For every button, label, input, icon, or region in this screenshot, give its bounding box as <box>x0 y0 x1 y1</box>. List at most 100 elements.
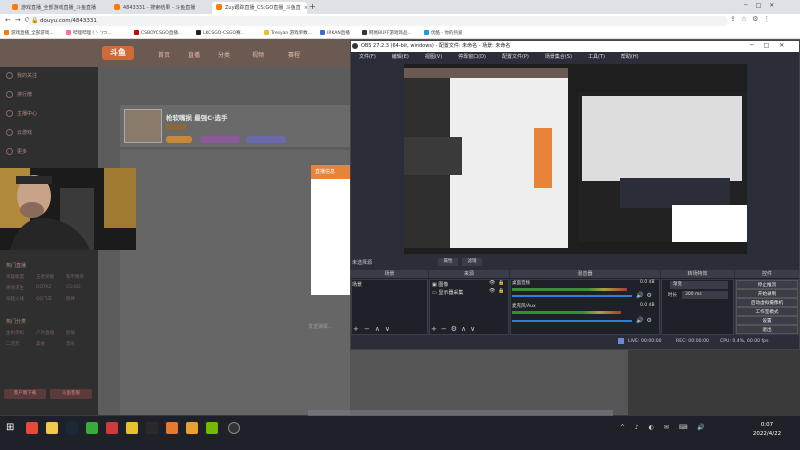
sidebar-item-anchor[interactable]: 主播中心 <box>6 110 37 117</box>
nav-home[interactable]: 首页 <box>158 50 170 59</box>
app-icon[interactable] <box>146 422 158 434</box>
sidebar-grid-item[interactable]: 户外直播 <box>36 330 54 336</box>
sidebar-grid-item[interactable]: 穿越火线 <box>6 296 24 302</box>
mixer-track-1-volume-slider[interactable] <box>512 295 632 297</box>
sidebar-grid-item[interactable]: 美食 <box>36 341 45 347</box>
speaker-gear-icon[interactable]: 🔊⚙ <box>636 292 655 299</box>
bookmark-7[interactable]: 网易BUFF游戏饰品... <box>362 29 412 38</box>
app-icon[interactable] <box>126 422 138 434</box>
app-icon[interactable] <box>166 422 178 434</box>
modal-title: 直播信息 <box>311 165 351 179</box>
sidebar-grid-item[interactable]: 颜值 <box>66 330 75 336</box>
streamer-tag[interactable] <box>200 136 240 143</box>
sidebar-grid-item[interactable]: CS:GO <box>66 285 81 290</box>
obs-menu-item[interactable]: 停靠窗口(D) <box>458 54 486 60</box>
steam-icon[interactable] <box>66 422 78 434</box>
stop-streaming-button[interactable]: 停止推流 <box>736 280 798 289</box>
browser-tab-3-active[interactable]: Zuy跟踪直播_CS:GO直播_斗鱼直 × <box>212 2 307 14</box>
obs-taskbar-icon[interactable] <box>228 422 240 434</box>
obs-window-controls[interactable]: ─□✕ <box>750 42 794 49</box>
sidebar-grid-item[interactable]: 绝地求生 <box>6 285 24 291</box>
sidebar-grid-item[interactable]: 王者荣耀 <box>36 274 54 280</box>
bookmark-3[interactable]: CSBOYCSGO直播... <box>134 29 182 38</box>
bookmark-5[interactable]: Tresyan 游戏单数... <box>264 29 312 38</box>
obs-menu-item[interactable]: 文件(F) <box>359 54 376 60</box>
sidebar-grid-item[interactable]: DOTA2 <box>36 285 51 290</box>
windows-start-icon[interactable]: ⊞ <box>6 422 14 433</box>
sidebar-grid-item[interactable]: QQ飞车 <box>36 296 52 302</box>
bookmark-6[interactable]: IRKAN直播 <box>320 29 350 38</box>
system-tray-icons[interactable]: ^ ♪ ◐ ✉ ⌨ 🔊 <box>620 424 709 431</box>
tab-title: Zuy跟踪直播_CS:GO直播_斗鱼直 <box>225 5 301 11</box>
transition-select[interactable]: 渐变 <box>670 281 728 289</box>
bookmark-4[interactable]: LKCSGO-CSGO赛... <box>196 29 245 38</box>
scene-item[interactable]: 场景 <box>352 281 362 288</box>
window-controls[interactable]: ─□✕ <box>744 2 782 9</box>
douyu-logo[interactable]: 斗鱼 <box>102 46 134 60</box>
filters-button[interactable]: 滤镜 <box>462 258 482 266</box>
netease-icon[interactable] <box>106 422 118 434</box>
sidebar-item-follow[interactable]: 我的关注 <box>6 72 37 79</box>
sidebar-item-cloudgame[interactable]: 云游戏 <box>6 129 32 136</box>
sidebar-grid-item[interactable]: 和平精英 <box>66 274 84 280</box>
file-explorer-icon[interactable] <box>46 422 58 434</box>
nav-category[interactable]: 分类 <box>218 50 230 59</box>
settings-button[interactable]: 设置 <box>736 316 798 325</box>
sidebar-grid-item[interactable]: 英雄联盟 <box>6 274 24 280</box>
speaker-gear-icon[interactable]: 🔊⚙ <box>636 317 655 324</box>
nvidia-icon[interactable] <box>206 422 218 434</box>
scene-toolbar-icons[interactable]: +−∧∨ <box>353 325 395 333</box>
studio-mode-button[interactable]: 工作室模式 <box>736 307 798 316</box>
virtual-camera-button[interactable]: 启动虚拟摄像机 <box>736 298 798 307</box>
new-tab-button[interactable]: + <box>309 2 316 11</box>
sidebar-item-rank[interactable]: 排行榜 <box>6 91 32 98</box>
url-input[interactable]: douyu.com/4843331 <box>28 16 728 26</box>
bookmark-8[interactable]: 优酷 - 你的热爱 <box>424 29 462 38</box>
download-client-button[interactable]: 客户端下载 <box>4 389 46 399</box>
rec-timer: REC: 00:00:00 <box>676 339 709 344</box>
source-toolbar-icons[interactable]: +−⚙∧∨ <box>431 325 479 333</box>
heart-icon <box>6 72 13 79</box>
mixer-track-1-db: 0.0 dB <box>640 280 655 285</box>
exit-button[interactable]: 退出 <box>736 325 798 334</box>
streamer-avatar[interactable] <box>124 109 162 143</box>
mixer-track-2-volume-slider[interactable] <box>512 320 632 322</box>
visibility-lock-icons[interactable]: 👁🔒 <box>489 280 508 286</box>
bookmark-label: 网易BUFF游戏饰品... <box>369 31 412 36</box>
nav-schedule[interactable]: 赛程 <box>288 50 300 59</box>
browser-toolbar-icons[interactable]: ⇪☆⚙⋮ <box>730 15 775 23</box>
browser-tab-2[interactable]: 4843331 - 搜索结果 - 斗鱼直播 <box>110 2 210 14</box>
obs-menu-item[interactable]: 场景集合(S) <box>545 54 572 60</box>
obs-menu-item[interactable]: 视图(V) <box>425 54 442 60</box>
app-icon[interactable] <box>186 422 198 434</box>
duration-input[interactable]: 300 ms <box>682 291 728 299</box>
wechat-icon[interactable] <box>86 422 98 434</box>
chrome-icon[interactable] <box>26 422 38 434</box>
streamer-tag[interactable] <box>246 136 286 143</box>
bookmark-1[interactable]: 游戏直播_全部游戏... <box>4 29 54 38</box>
nav-live[interactable]: 直播 <box>188 50 200 59</box>
sidebar-item-more[interactable]: 更多 <box>6 148 27 155</box>
nav-video[interactable]: 视频 <box>252 50 264 59</box>
sidebar-grid-item[interactable]: 二次元 <box>6 341 20 347</box>
properties-button[interactable]: 属性 <box>438 258 458 266</box>
browser-tab-1[interactable]: 游戏直播_全部游戏直播_斗鱼直播 <box>8 2 108 14</box>
source-item-image[interactable]: ▣ 图像 <box>432 281 448 288</box>
no-source-selected: 未选择源 <box>352 260 373 266</box>
obs-menu-item[interactable]: 配置文件(P) <box>502 54 529 60</box>
source-item-display[interactable]: ▭ 显示器采集 <box>432 289 463 296</box>
obs-menu-item[interactable]: 工具(T) <box>588 54 605 60</box>
customer-service-button[interactable]: 斗鱼客服 <box>50 389 92 399</box>
sidebar-grid-item[interactable]: 原神 <box>66 296 75 302</box>
cpu-fps: CPU: 0.4%, 60.00 fps <box>720 339 769 344</box>
start-recording-button[interactable]: 开始录制 <box>736 289 798 298</box>
sidebar-grid-item[interactable]: 主机单机 <box>6 330 24 336</box>
visibility-lock-icons[interactable]: 👁🔒 <box>489 288 508 294</box>
sidebar-grid-item[interactable]: 音乐 <box>66 341 75 347</box>
taskbar-clock[interactable]: 0:07 2022/4/22 <box>742 418 792 448</box>
follow-tag[interactable] <box>166 136 192 143</box>
bookmark-2[interactable]: 哔哩哔哩 ( '- ')つ... <box>66 29 112 38</box>
close-tab-icon[interactable]: × <box>304 5 307 11</box>
obs-menu-item[interactable]: 帮助(H) <box>621 54 639 60</box>
obs-menu-item[interactable]: 编辑(E) <box>392 54 409 60</box>
